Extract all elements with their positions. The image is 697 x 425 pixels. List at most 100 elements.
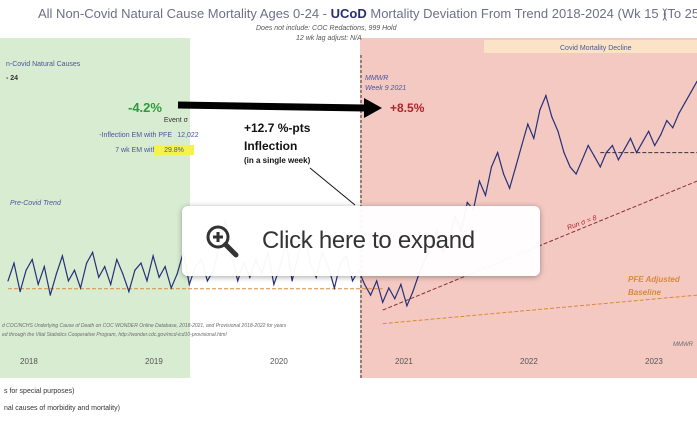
deviation-point — [7, 280, 9, 282]
expand-image-button[interactable]: Click here to expand — [182, 206, 540, 276]
stat-value-2: 29.8% — [164, 147, 184, 154]
deviation-point — [79, 287, 82, 289]
chart-title-suffix: Mortality Deviation From Trend 2018-2024… — [370, 6, 666, 21]
year-label: 2023 — [645, 357, 663, 366]
svg-text:All Non-Covid Natural Cause Mo: All Non-Covid Natural Cause Mortality Ag… — [38, 6, 667, 21]
legend-line-1: n-Covid Natural Causes — [6, 61, 81, 68]
deviation-point — [406, 305, 408, 307]
deviation-point — [388, 287, 390, 289]
deviation-point — [188, 283, 190, 285]
deviation-point — [617, 159, 620, 161]
deviation-point — [61, 255, 64, 257]
deviation-point — [497, 152, 499, 154]
deviation-point — [86, 262, 88, 264]
mmwr-label-1: MMWR — [365, 75, 388, 82]
chart-title-tail: (To 25 — [663, 6, 697, 21]
stat-label-0: Event σ — [164, 117, 189, 124]
deviation-point — [521, 144, 523, 147]
deviation-point — [557, 130, 559, 132]
expand-label: Click here to expand — [262, 227, 475, 254]
deviation-point — [527, 123, 529, 125]
chart-title-bold: UCoD — [331, 6, 367, 21]
footer-line-2: nal causes of morbidity and mortality) — [4, 405, 120, 412]
deviation-point — [273, 283, 275, 285]
footer-line-1: s for special purposes) — [4, 388, 74, 395]
chart-subtitle-1: Does not include: COC Redactions, 999 Ho… — [256, 25, 398, 32]
mmwr-corner-label: MMWR — [673, 342, 694, 348]
deviation-point — [351, 280, 354, 282]
year-label: 2019 — [145, 357, 163, 366]
deviation-point — [654, 144, 656, 147]
zoom-in-icon — [204, 223, 240, 259]
chart-subtitle-2: 12 wk lag adjust: N/A — [296, 35, 362, 42]
deviation-point — [605, 152, 607, 154]
deviation-point — [690, 91, 692, 93]
inflection-annotation-1: +12.7 %-pts — [244, 121, 311, 135]
pfe-label-2: Baseline — [628, 288, 661, 297]
deviation-point — [73, 269, 76, 271]
chart-title-prefix: All Non-Covid Natural Cause Mortality Ag… — [38, 6, 327, 21]
inflection-pointer — [309, 167, 356, 206]
deviation-point — [98, 276, 100, 278]
legend-line-2: - 24 — [6, 75, 18, 82]
deviation-point — [376, 280, 378, 282]
deviation-point — [110, 283, 112, 285]
deviation-point — [67, 280, 69, 282]
deviation-point — [128, 291, 130, 293]
year-label: 2018 — [20, 357, 38, 366]
deviation-point — [636, 152, 638, 154]
deviation-point — [490, 166, 493, 168]
deviation-point — [515, 166, 517, 168]
deviation-point — [503, 173, 505, 175]
deviation-point — [575, 173, 577, 175]
deviation-point — [684, 102, 686, 104]
deviation-point — [478, 180, 480, 182]
stat-label-1: -Inflection EM with PFE — [99, 132, 172, 139]
deviation-point — [466, 201, 468, 204]
deviation-point — [92, 251, 94, 253]
inflection-annotation-2: Inflection — [244, 139, 297, 153]
deviation-point — [545, 95, 547, 97]
deviation-point — [539, 109, 541, 111]
deviation-point — [599, 166, 601, 168]
deviation-point — [666, 120, 668, 122]
deviation-point — [678, 112, 680, 114]
deviation-point — [660, 134, 662, 136]
deviation-point — [19, 291, 21, 293]
deviation-point — [333, 287, 335, 289]
deviation-point — [623, 148, 626, 150]
deviation-point — [551, 116, 553, 118]
deviation-point — [593, 155, 595, 157]
deviation-point — [563, 152, 565, 154]
deviation-point — [382, 301, 384, 303]
deviation-point — [25, 269, 27, 271]
inflection-annotation-3: (in a single week) — [244, 156, 311, 165]
deviation-point — [587, 144, 589, 147]
deviation-point — [104, 266, 106, 268]
header-band-label: Covid Mortality Decline — [560, 45, 632, 52]
deviation-point — [49, 294, 51, 296]
deviation-point — [509, 187, 511, 189]
deviation-point — [164, 266, 166, 268]
deviation-point — [13, 262, 15, 264]
deviation-point — [206, 280, 208, 282]
deviation-point — [31, 258, 33, 261]
deviation-point — [249, 276, 251, 278]
deviation-point — [581, 159, 583, 161]
deviation-point — [146, 280, 148, 282]
deviation-point — [134, 269, 136, 271]
deviation-point — [158, 276, 160, 278]
deviation-point — [43, 266, 45, 268]
pre-covid-trend-label: Pre-Covid Trend — [10, 200, 62, 207]
deviation-point — [412, 291, 414, 293]
stat-value-1: 12,022 — [177, 132, 199, 139]
deviation-point — [140, 262, 142, 264]
deviation-point — [364, 283, 366, 285]
deviation-point — [484, 194, 487, 196]
deviation-point — [533, 137, 535, 139]
deviation-point — [122, 273, 124, 275]
year-label: 2022 — [520, 357, 538, 366]
chart-screenshot: All Non-Covid Natural Cause Mortality Ag… — [0, 0, 697, 425]
deviation-point — [315, 276, 317, 278]
deviation-point — [611, 144, 614, 147]
